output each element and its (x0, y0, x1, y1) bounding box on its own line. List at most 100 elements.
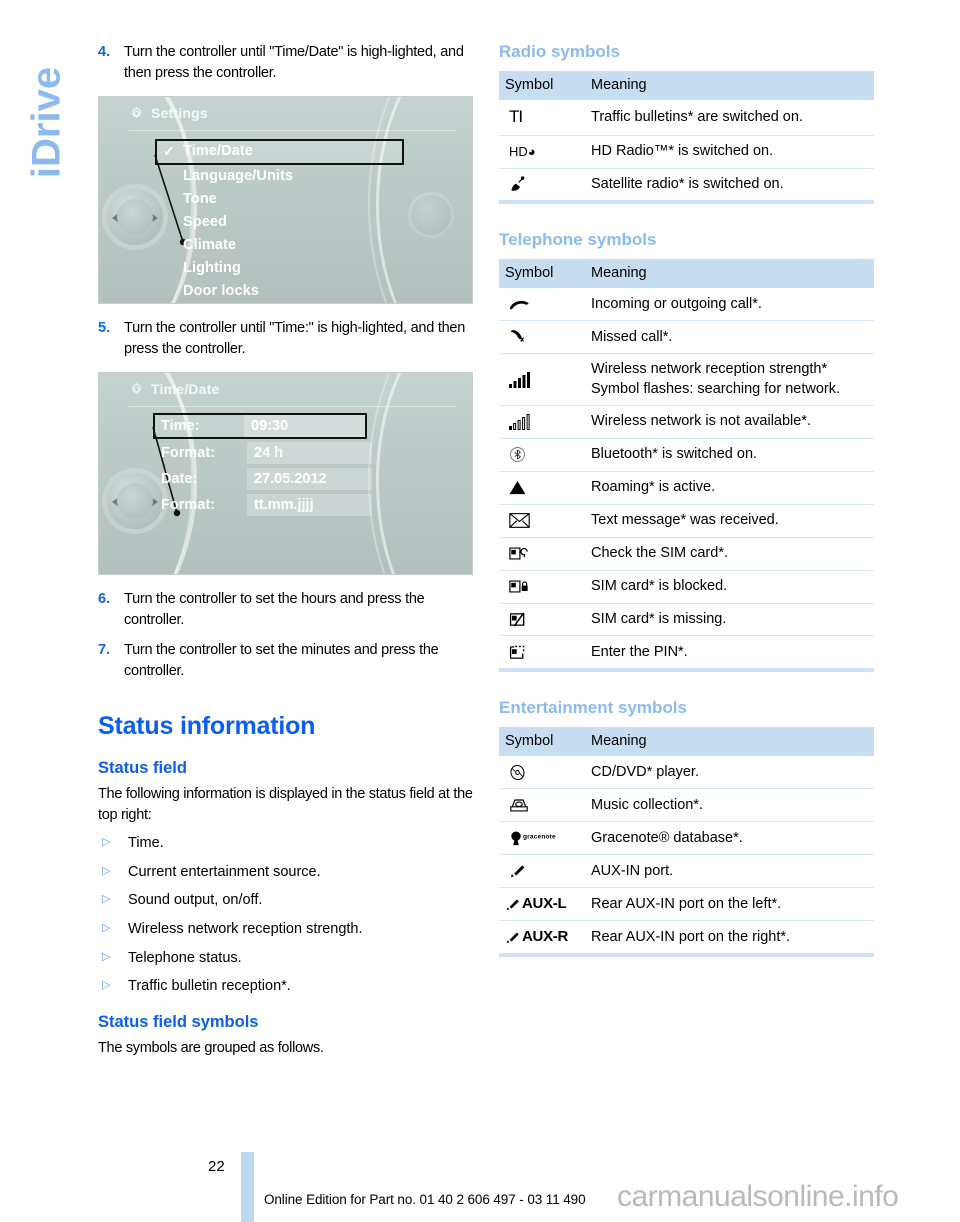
table-header-row: Symbol Meaning (499, 259, 874, 289)
list-item: ▷ Telephone status. (98, 948, 476, 969)
signal-bars-glyph (509, 371, 530, 388)
sim-locked-icon (499, 570, 585, 604)
decor-arc (376, 373, 472, 575)
triangle-bullet-icon: ▷ (102, 979, 111, 992)
sim-pin-glyph (509, 645, 525, 659)
table-row: Satellite radio* is switched on. (499, 168, 874, 205)
table-row: Text message* was received. (499, 504, 874, 538)
hd-radio-icon: HD◕ (499, 135, 585, 169)
idrive-controller-graphic (107, 473, 163, 530)
list-item: ▷ Wireless network reception strength. (98, 919, 476, 940)
envelope-glyph (509, 513, 530, 529)
triangle-bullet-icon: ▷ (102, 922, 111, 935)
row-label: Time: (161, 418, 200, 435)
step-text: Turn the controller to set the hours and… (124, 591, 425, 629)
watermark: carmanualsonline.info (617, 1180, 899, 1213)
sim-check-icon (499, 537, 585, 571)
table-row: Wireless network is not available*. (499, 405, 874, 439)
row-meaning: CD/DVD* player. (585, 756, 874, 790)
music-collection-icon (499, 788, 585, 823)
row-label: Format: (161, 445, 215, 462)
table-row: AUX-IN port. (499, 854, 874, 889)
menu-item-tone[interactable]: Tone (157, 188, 462, 211)
row-date[interactable]: Date: 27.05.2012 (157, 467, 372, 491)
menu-item-speed[interactable]: Speed (157, 211, 462, 234)
row-meaning: SIM card* is missing. (585, 603, 874, 637)
menu-item-climate[interactable]: Climate (157, 234, 462, 257)
screen-title-rule (129, 406, 456, 408)
gracenote-wordmark: gracenote (523, 834, 556, 841)
signal-bars-outline-icon (499, 405, 585, 439)
gracenote-icon: gracenote (499, 821, 585, 856)
radio-symbols-heading: Radio symbols (499, 42, 620, 61)
section-title: Status information (98, 712, 316, 741)
aux-in-left-icon: AUX-L (499, 887, 585, 922)
table-row: Check the SIM card*. (499, 537, 874, 571)
row-meaning: SIM card* is blocked. (585, 570, 874, 604)
list-item: ▷ Current entertainment source. (98, 862, 476, 883)
table-header-row: Symbol Meaning (499, 727, 874, 757)
row-value: 27.05.2012 (247, 468, 372, 491)
row-meaning: Text message* was received. (585, 504, 874, 538)
row-label: Date: (161, 471, 198, 488)
telephone-symbols-heading: Telephone symbols (499, 230, 657, 250)
list-item-label: Current entertainment source. (128, 863, 321, 880)
page-number: 22 (208, 1158, 225, 1175)
row-time-format[interactable]: Format: 24 h (157, 441, 372, 465)
row-date-format[interactable]: Format: tt.mm.jjjj (157, 493, 372, 517)
step-text: Turn the controller until "Time:" is hig… (124, 320, 466, 358)
table-row: Missed call*. (499, 320, 874, 355)
column-header-symbol: Symbol (499, 727, 585, 757)
settings-menu-list: ✓ Time/Date Language/Units Tone Speed Cl… (155, 139, 462, 303)
column-header-symbol: Symbol (499, 259, 585, 289)
aux-in-right-icon: AUX-R (499, 920, 585, 958)
plug-glyph (506, 899, 519, 910)
status-field-symbols-intro: The symbols are grouped as follows. (98, 1039, 324, 1056)
table-row: Incoming or outgoing call*. (499, 288, 874, 322)
screen-title-bar: Time/Date (129, 381, 219, 397)
procedure-step: 6. Turn the controller to set the hours … (98, 589, 476, 631)
menu-item-lighting[interactable]: Lighting (157, 257, 462, 280)
status-field-intro: The following information is displayed i… (98, 786, 473, 823)
row-meaning: Enter the PIN*. (585, 635, 874, 673)
row-meaning: Rear AUX-IN port on the left*. (585, 887, 874, 922)
row-time[interactable]: Time: 09:30 (153, 413, 367, 440)
table-row: HD◕ HD Radio™* is switched on. (499, 135, 874, 169)
sim-lock-glyph (509, 580, 528, 593)
satellite-radio-icon (499, 168, 585, 205)
sidebar-chapter-tab: iDrive (12, 20, 82, 250)
column-header-meaning: Meaning (585, 71, 874, 100)
menu-item-language-units[interactable]: Language/Units (157, 165, 462, 188)
table-row: gracenote Gracenote® database*. (499, 821, 874, 856)
row-meaning: Music collection*. (585, 788, 874, 823)
signal-bars-full-icon (499, 353, 585, 406)
right-column: Radio symbols Symbol Meaning TI Traffic … (499, 42, 874, 961)
ti-glyph: TI (509, 107, 523, 126)
procedure-step: 7. Turn the controller to set the minute… (98, 640, 476, 682)
step-text: Turn the controller to set the minutes a… (124, 642, 439, 680)
idrive-settings-screenshot: Settings ✓ Time/Date Language/Units Tone (98, 96, 473, 305)
table-row: AUX-R Rear AUX-IN port on the right*. (499, 920, 874, 958)
menu-item-label: Time/Date (183, 143, 253, 160)
decor-arc (368, 373, 472, 575)
menu-item-time-date[interactable]: ✓ Time/Date (155, 139, 404, 166)
hd-glyph: HD (509, 143, 528, 159)
step-number: 7. (98, 642, 111, 659)
step-text: Turn the controller until "Time/Date" is… (124, 44, 464, 82)
table-row: Bluetooth* is switched on. (499, 438, 874, 472)
gear-icon (131, 105, 142, 118)
table-row: CD/DVD* player. (499, 756, 874, 790)
row-meaning: Check the SIM card*. (585, 537, 874, 571)
row-value: 24 h (247, 442, 372, 465)
radio-symbols-table: Symbol Meaning TI Traffic bulletins* are… (499, 71, 874, 205)
list-item-label: Traffic bulletin reception*. (128, 978, 291, 995)
menu-item-label: Door locks (183, 283, 259, 300)
table-row: Roaming* is active. (499, 471, 874, 505)
satellite-dish-glyph (511, 176, 525, 191)
gear-icon (131, 382, 142, 394)
menu-item-label: Climate (183, 237, 237, 254)
sim-pin-icon (499, 635, 585, 673)
menu-item-door-locks[interactable]: Door locks (157, 280, 462, 303)
subsection-status-field-symbols-heading: Status field symbols (98, 1012, 259, 1031)
table-row: TI Traffic bulletins* are switched on. (499, 100, 874, 136)
